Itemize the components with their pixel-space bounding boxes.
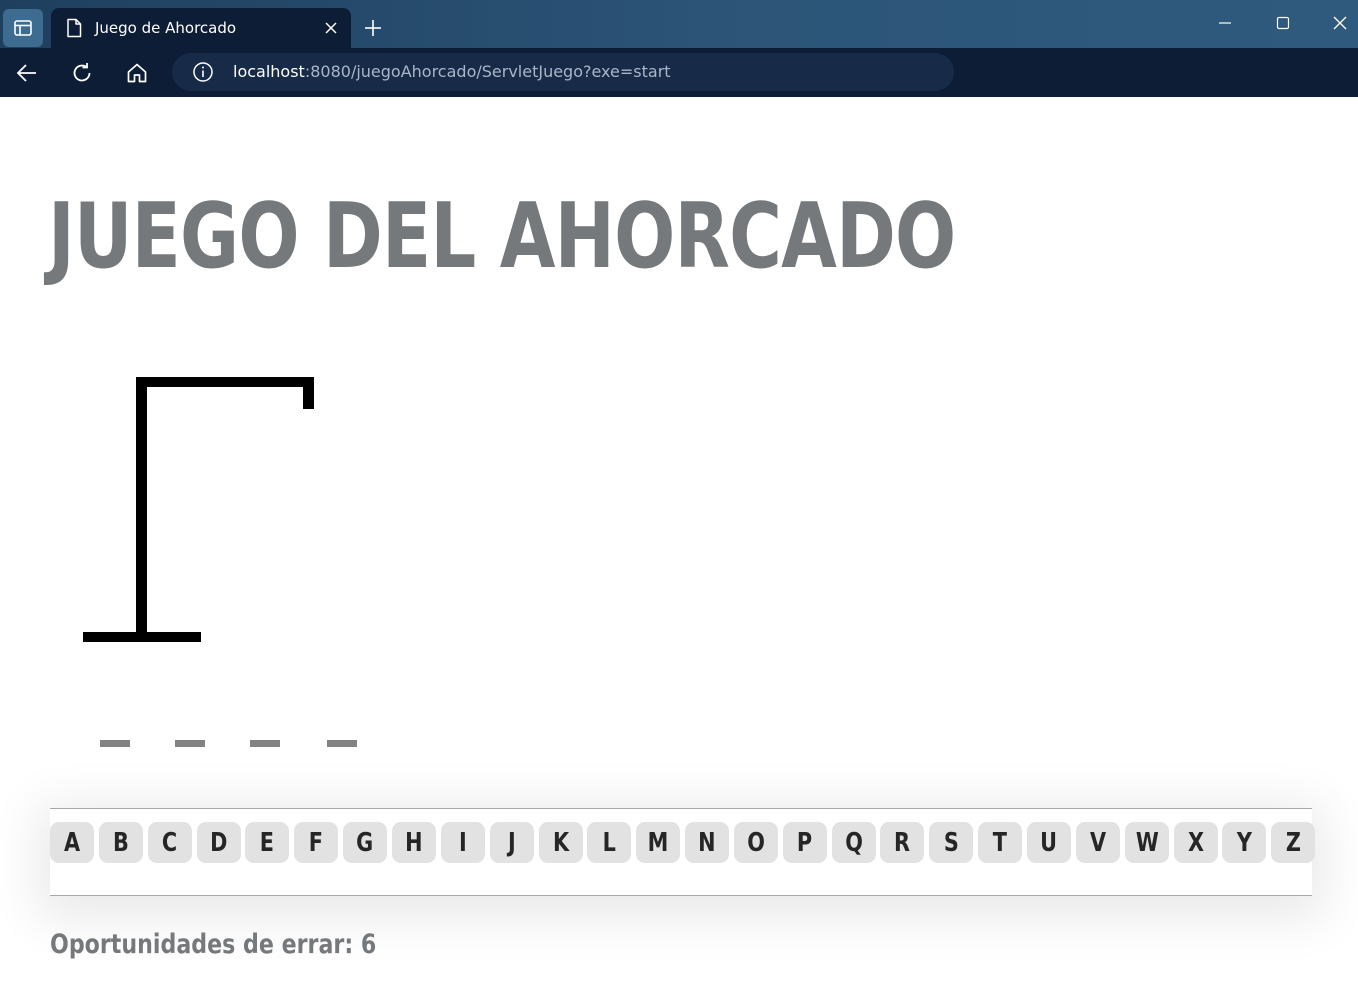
letter-button-x[interactable]: X bbox=[1174, 822, 1218, 863]
tab-close-button[interactable] bbox=[323, 20, 339, 36]
letter-button-label: L bbox=[602, 827, 616, 858]
letter-button-i[interactable]: I bbox=[441, 822, 485, 863]
letter-button-label: A bbox=[63, 827, 81, 858]
letter-button-label: V bbox=[1089, 827, 1107, 858]
letter-button-label: N bbox=[698, 827, 716, 858]
letter-keyboard: A B C DE F GH I J K LMNO P QR S T UVWXY Z bbox=[50, 808, 1315, 896]
letter-button-b[interactable]: B bbox=[99, 822, 143, 863]
home-icon bbox=[127, 63, 147, 83]
close-icon bbox=[325, 22, 337, 34]
home-button[interactable] bbox=[122, 58, 152, 88]
address-bar[interactable]: localhost:8080/juegoAhorcado/ServletJueg… bbox=[172, 53, 954, 91]
letter-button-label: R bbox=[893, 827, 911, 858]
letter-button-p[interactable]: P bbox=[783, 822, 827, 863]
letter-button-label: C bbox=[162, 827, 178, 858]
browser-tab[interactable]: Juego de Ahorcado bbox=[51, 8, 351, 48]
letter-button-e[interactable]: E bbox=[245, 822, 289, 863]
gallows-pole bbox=[136, 377, 147, 639]
letter-button-label: G bbox=[356, 827, 374, 858]
remaining-errors-label: Oportunidades de errar: 6 bbox=[50, 929, 377, 960]
letter-button-a[interactable]: A bbox=[50, 822, 94, 863]
info-icon[interactable] bbox=[192, 61, 214, 83]
letter-button-label: H bbox=[405, 827, 423, 858]
letter-button-label: J bbox=[508, 827, 516, 858]
letter-button-label: B bbox=[113, 827, 129, 858]
reload-icon bbox=[73, 63, 91, 82]
letter-slot bbox=[100, 740, 130, 747]
letter-button-h[interactable]: H bbox=[392, 822, 436, 863]
letter-button-j[interactable]: J bbox=[490, 822, 534, 863]
tab-title: Juego de Ahorcado bbox=[95, 19, 237, 37]
browser-toolbar: localhost:8080/juegoAhorcado/ServletJueg… bbox=[0, 48, 1358, 97]
letter-slot bbox=[327, 740, 357, 747]
letter-button-label: D bbox=[210, 827, 228, 858]
letter-button-z[interactable]: Z bbox=[1271, 822, 1315, 863]
letter-button-label: O bbox=[747, 827, 765, 858]
gallows-drawing bbox=[83, 377, 314, 642]
back-arrow-icon bbox=[16, 64, 36, 82]
gallows-beam bbox=[136, 377, 314, 387]
letter-button-label: K bbox=[552, 827, 570, 858]
page-content: JUEGO DEL AHORCADO A B C DE F GH I J K LMNO P QR S T U… bbox=[0, 97, 1358, 996]
letter-button-f[interactable]: F bbox=[294, 822, 338, 863]
letter-button-label: T bbox=[992, 827, 1008, 858]
letter-button-o[interactable]: O bbox=[734, 822, 778, 863]
maximize-icon bbox=[1276, 16, 1290, 30]
letter-button-label: Z bbox=[1285, 827, 1301, 858]
page-title: JUEGO DEL AHORCADO bbox=[48, 184, 956, 289]
letter-button-label: I bbox=[459, 827, 467, 858]
letter-button-label: Q bbox=[845, 827, 863, 858]
gallows-rope bbox=[303, 377, 314, 409]
close-icon bbox=[1333, 16, 1347, 30]
letter-button-q[interactable]: Q bbox=[832, 822, 876, 863]
maximize-button[interactable] bbox=[1270, 10, 1296, 36]
letter-button-n[interactable]: N bbox=[685, 822, 729, 863]
plus-icon bbox=[365, 20, 381, 36]
letter-button-t[interactable]: T bbox=[978, 822, 1022, 863]
letter-button-v[interactable]: V bbox=[1076, 822, 1120, 863]
window-close-button[interactable] bbox=[1327, 10, 1353, 36]
letter-slot bbox=[250, 740, 280, 747]
sidebar-icon bbox=[14, 20, 32, 36]
new-tab-button[interactable] bbox=[360, 15, 386, 41]
letter-button-label: X bbox=[1187, 827, 1205, 858]
reload-button[interactable] bbox=[67, 58, 97, 88]
letter-button-label: U bbox=[1040, 827, 1058, 858]
letter-button-label: W bbox=[1135, 827, 1159, 858]
url-path: :8080/juegoAhorcado/ServletJuego?exe=sta… bbox=[304, 62, 671, 81]
minimize-button[interactable] bbox=[1212, 10, 1238, 36]
letter-button-d[interactable]: D bbox=[197, 822, 241, 863]
letter-button-s[interactable]: S bbox=[929, 822, 973, 863]
minimize-icon bbox=[1219, 22, 1231, 24]
letter-button-label: F bbox=[308, 827, 324, 858]
url-text[interactable]: localhost:8080/juegoAhorcado/ServletJueg… bbox=[233, 62, 671, 81]
letter-button-label: S bbox=[943, 827, 959, 858]
letter-button-label: E bbox=[259, 827, 275, 858]
letter-buttons: A B C DE F GH I J K LMNO P QR S T UVWXY Z bbox=[50, 822, 1315, 864]
letter-button-l[interactable]: L bbox=[587, 822, 631, 863]
letter-button-r[interactable]: R bbox=[880, 822, 924, 863]
letter-button-label: M bbox=[647, 827, 669, 858]
url-host: localhost bbox=[233, 62, 305, 81]
letter-button-label: Y bbox=[1236, 827, 1252, 858]
letter-button-g[interactable]: G bbox=[343, 822, 387, 863]
back-button[interactable] bbox=[12, 58, 42, 88]
letter-button-label: P bbox=[797, 827, 813, 858]
letter-button-c[interactable]: C bbox=[148, 822, 192, 863]
letter-slot bbox=[175, 740, 205, 747]
sidebar-toggle-button[interactable] bbox=[3, 9, 43, 47]
letter-button-m[interactable]: M bbox=[636, 822, 680, 863]
letter-button-k[interactable]: K bbox=[539, 822, 583, 863]
page-icon bbox=[67, 18, 82, 38]
letter-button-u[interactable]: U bbox=[1027, 822, 1071, 863]
browser-titlebar: Juego de Ahorcado bbox=[0, 0, 1358, 48]
letter-button-y[interactable]: Y bbox=[1222, 822, 1266, 863]
letter-button-w[interactable]: W bbox=[1125, 822, 1169, 863]
